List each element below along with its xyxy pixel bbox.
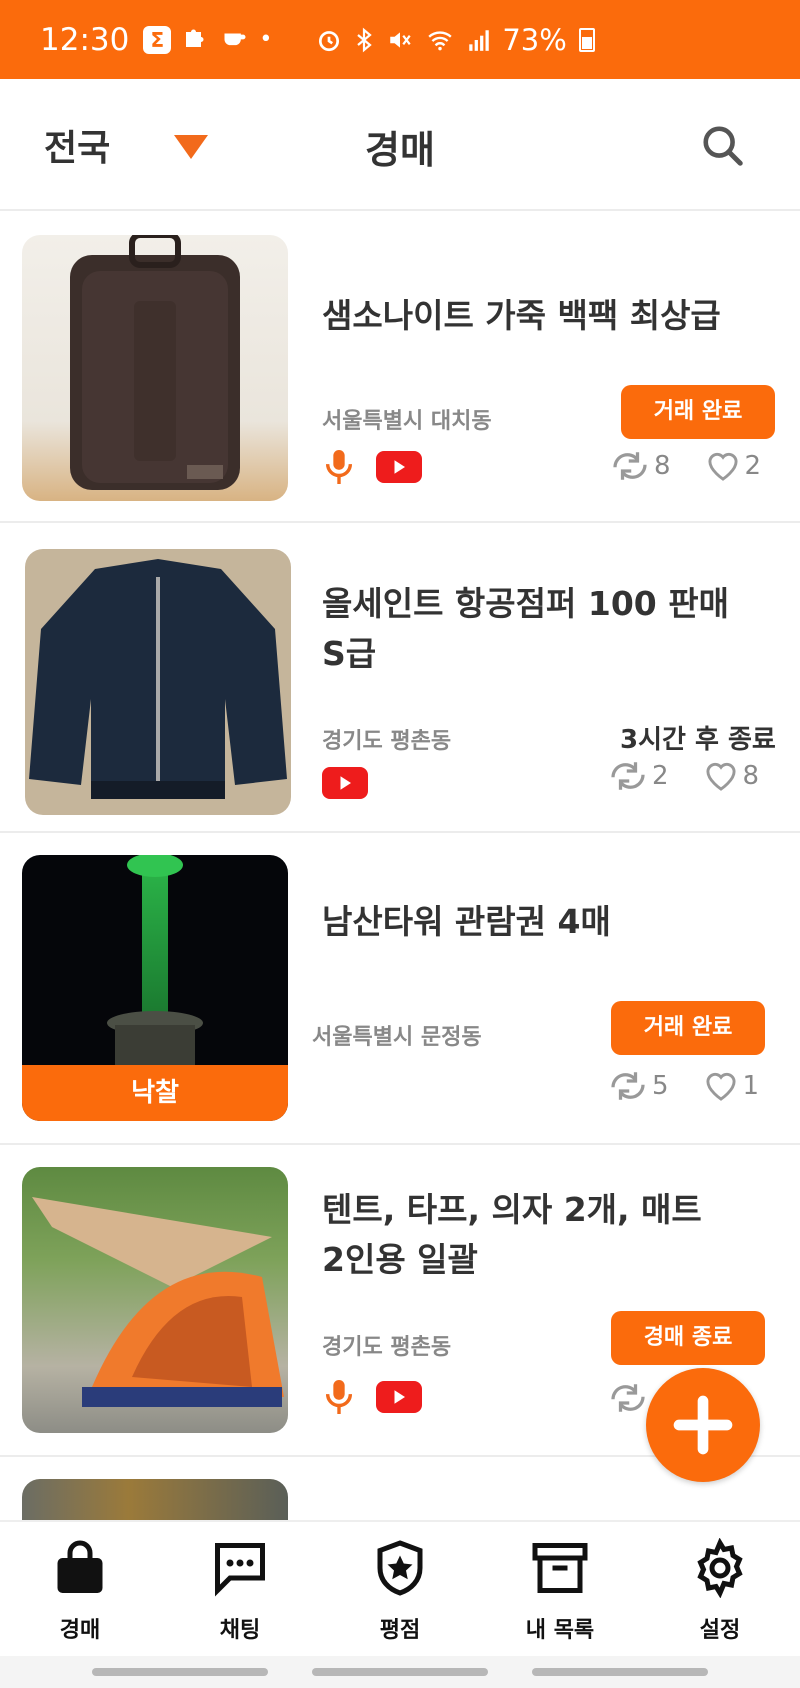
- item-location: 서울특별시 문정동: [312, 1025, 482, 1050]
- repeat-icon: [611, 1384, 645, 1412]
- youtube-icon[interactable]: [376, 1381, 422, 1413]
- gesture-pill[interactable]: [532, 1668, 708, 1676]
- add-listing-button[interactable]: [646, 1368, 760, 1482]
- battery-percent: 73%: [502, 22, 567, 57]
- item-location: 경기도 평촌동: [322, 1335, 452, 1360]
- status-badge: 거래 완료: [621, 385, 775, 439]
- gear-icon: [697, 1538, 743, 1598]
- chat-icon: [215, 1543, 265, 1597]
- nav-item-chat[interactable]: 채팅: [160, 1522, 320, 1656]
- item-thumbnail[interactable]: 낙찰: [22, 855, 288, 1121]
- status-bar: 12:30 Σ • 73%: [0, 0, 800, 79]
- bluetooth-icon: [357, 27, 373, 52]
- repeat-icon: [611, 1072, 645, 1100]
- notification-icons: Σ •: [143, 22, 272, 58]
- likes-count: 8: [742, 761, 760, 791]
- media-indicators: [322, 1377, 422, 1417]
- likes-count: 2: [744, 451, 762, 481]
- search-icon[interactable]: [700, 123, 746, 169]
- youtube-icon[interactable]: [322, 767, 368, 799]
- alarm-icon: [319, 30, 340, 51]
- item-title[interactable]: 올세인트 항공점퍼 100 판매 S급: [322, 579, 729, 679]
- likes-stat: 8: [703, 760, 760, 792]
- shield-star-icon: [377, 1540, 423, 1596]
- plus-icon: [673, 1395, 733, 1455]
- gesture-pill[interactable]: [312, 1668, 488, 1676]
- item-thumbnail[interactable]: [22, 235, 288, 501]
- youtube-icon[interactable]: [376, 451, 422, 483]
- signal-icon: [469, 29, 490, 51]
- auction-countdown: 3시간 후 종료: [620, 725, 776, 755]
- shares-count: 5: [652, 1071, 669, 1101]
- status-time: 12:30: [40, 21, 130, 58]
- shares-count: 2: [652, 761, 669, 791]
- wifi-icon: [428, 30, 452, 50]
- bottom-nav: 경매 채팅 평점 내 목록 설정: [0, 1520, 800, 1656]
- heart-icon: [708, 452, 738, 481]
- sigma-icon: Σ: [143, 25, 172, 54]
- list-item[interactable]: 낙찰 남산타워 관람권 4매 서울특별시 문정동 거래 완료 5 1: [0, 833, 800, 1145]
- system-gesture-bar: [0, 1656, 800, 1688]
- page-title: 경매: [365, 128, 435, 172]
- item-thumbnail[interactable]: [25, 549, 291, 815]
- media-indicators: [322, 447, 422, 487]
- item-location: 경기도 평촌동: [322, 729, 452, 754]
- shares-count: 8: [654, 451, 671, 481]
- item-thumbnail[interactable]: [22, 1167, 288, 1433]
- battery-icon: [578, 27, 595, 52]
- nav-label: 내 목록: [525, 1618, 595, 1643]
- media-indicators: [322, 767, 368, 799]
- status-badge: 경매 종료: [611, 1311, 765, 1365]
- list-item[interactable]: 올세인트 항공점퍼 100 판매 S급 경기도 평촌동 3시간 후 종료 2 8: [0, 523, 800, 833]
- microphone-icon: [325, 450, 353, 484]
- nav-item-settings[interactable]: 설정: [640, 1522, 800, 1656]
- item-stats: 5 1: [608, 1069, 759, 1103]
- item-title[interactable]: 샘소나이트 가죽 백팩 최상급: [322, 291, 721, 341]
- status-badge: 거래 완료: [611, 1001, 765, 1055]
- item-stats: 8 2: [610, 449, 761, 483]
- nav-item-rating[interactable]: 평점: [320, 1522, 480, 1656]
- item-title[interactable]: 텐트, 타프, 의자 2개, 매트 2인용 일괄: [322, 1185, 702, 1285]
- puzzle-icon: [181, 22, 211, 58]
- item-title[interactable]: 남산타워 관람권 4매: [322, 897, 611, 947]
- shares-stat: 8: [610, 449, 671, 483]
- coffee-icon: [221, 23, 249, 57]
- likes-stat: 1: [703, 1070, 760, 1102]
- item-stats: 2 8: [608, 759, 759, 793]
- likes-count: 1: [742, 1071, 760, 1101]
- dot-icon: •: [259, 27, 273, 52]
- mute-icon: [390, 31, 411, 48]
- nav-label: 평점: [379, 1618, 421, 1643]
- backpack-image: [70, 235, 240, 490]
- archive-box-icon: [532, 1543, 588, 1593]
- shares-stat: 2: [608, 759, 669, 793]
- item-location: 서울특별시 대치동: [322, 409, 492, 434]
- tent-image: [32, 1197, 284, 1407]
- repeat-icon: [611, 762, 645, 790]
- gesture-pill[interactable]: [92, 1668, 268, 1676]
- likes-stat: 2: [705, 450, 762, 482]
- jacket-image: [29, 559, 287, 799]
- microphone-icon: [325, 1380, 353, 1414]
- system-icons: 73%: [316, 22, 595, 57]
- nav-item-auction[interactable]: 경매: [0, 1522, 160, 1656]
- heart-icon: [706, 762, 736, 791]
- repeat-icon: [613, 452, 647, 480]
- app-header: 전국 경매: [0, 79, 800, 211]
- shopping-bag-icon: [57, 1540, 103, 1593]
- nav-item-my-list[interactable]: 내 목록: [480, 1522, 640, 1656]
- sold-overlay: 낙찰: [22, 1065, 288, 1121]
- list-item[interactable]: 샘소나이트 가죽 백팩 최상급 서울특별시 대치동 거래 완료 8 2: [0, 211, 800, 523]
- shares-stat: 5: [608, 1069, 669, 1103]
- nav-label: 설정: [699, 1618, 741, 1643]
- shares-stat: [608, 1381, 648, 1415]
- nav-label: 채팅: [219, 1618, 261, 1643]
- nav-label: 경매: [59, 1618, 101, 1643]
- heart-icon: [706, 1072, 736, 1101]
